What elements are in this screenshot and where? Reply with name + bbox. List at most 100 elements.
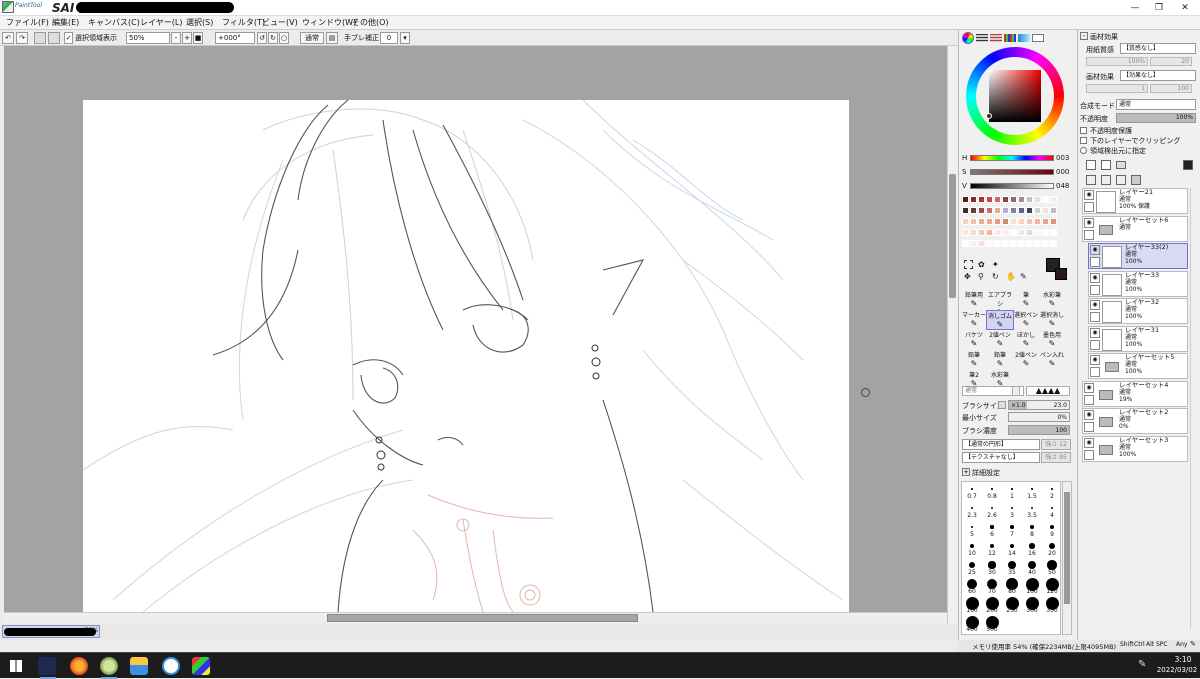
undo-icon[interactable]: ↶ — [2, 32, 14, 44]
color-swatch[interactable] — [1042, 240, 1049, 247]
layer-row[interactable]: ◉ レイヤー21 通常 100% 保護 — [1082, 188, 1188, 214]
brush-size-lock-icon[interactable] — [998, 401, 1006, 409]
color-swatch[interactable] — [986, 240, 993, 247]
brush-size-dot[interactable] — [990, 525, 994, 529]
amazon-music-icon[interactable] — [38, 657, 56, 675]
brush-size-dot[interactable] — [990, 506, 994, 510]
brush-tool-slot[interactable]: 墨色用 ✎ — [1038, 330, 1066, 348]
layer-row[interactable]: ◉ レイヤー33 通常 100% — [1088, 270, 1188, 297]
new-linework-layer-icon[interactable] — [1101, 160, 1111, 170]
stabilizer-value[interactable]: 0 — [380, 32, 398, 44]
color-swatch[interactable] — [1010, 229, 1017, 236]
canvas-tab[interactable]: 50% — [2, 625, 100, 638]
layer-visibility-eye-icon[interactable]: ◉ — [1084, 217, 1094, 228]
menu-other[interactable]: その他(O) — [352, 17, 389, 29]
color-swatch[interactable] — [1026, 240, 1033, 247]
layer-row[interactable]: ◉ レイヤーセット6 通常 — [1082, 215, 1188, 242]
layer-visibility-eye-icon[interactable]: ◉ — [1084, 410, 1094, 420]
brush-shape-strength[interactable]: 強さ 12 — [1041, 439, 1071, 450]
brush-size-slider[interactable]: ×1.0 23.0 — [1008, 400, 1070, 410]
menu-file[interactable]: ファイル(F) — [6, 17, 49, 29]
color-palette-tab-icon[interactable] — [1018, 34, 1030, 42]
brush-size-dot[interactable] — [1049, 543, 1055, 549]
brush-tool-slot[interactable]: 消しゴム ✎ — [986, 310, 1014, 330]
color-swatch[interactable] — [962, 218, 969, 225]
color-swatch[interactable] — [1042, 218, 1049, 225]
layer-row[interactable]: ◉ レイヤー32 通常 100% — [1088, 298, 1188, 324]
background-color[interactable] — [1055, 268, 1067, 280]
color-swatch[interactable] — [978, 218, 985, 225]
color-swatch[interactable] — [1026, 196, 1033, 203]
brush-tool-slot[interactable]: 筆 ✎ — [1012, 290, 1040, 308]
flip-icon[interactable]: ▤ — [326, 32, 338, 44]
color-swatch[interactable] — [1002, 196, 1009, 203]
layer-visibility-eye-icon[interactable]: ◉ — [1090, 355, 1100, 365]
brush-size-dot[interactable] — [1027, 560, 1037, 570]
color-swatch[interactable] — [970, 207, 977, 214]
deselect-icon[interactable] — [34, 32, 46, 44]
color-swatch[interactable] — [1042, 207, 1049, 214]
color-swatch[interactable] — [1034, 207, 1041, 214]
color-swatch[interactable] — [1050, 240, 1057, 247]
color-swatch[interactable] — [1042, 196, 1049, 203]
color-wheel-tab-icon[interactable] — [962, 32, 974, 44]
layer-select-checkbox[interactable] — [1084, 422, 1094, 432]
brush-size-dot[interactable] — [1031, 488, 1033, 490]
minimize-button[interactable]: — — [1122, 0, 1148, 16]
menu-layer[interactable]: レイヤー(L) — [140, 17, 182, 29]
rotate-icon[interactable]: ↻ — [992, 272, 999, 281]
brush-density-slider[interactable]: 100 — [1008, 425, 1070, 435]
color-swatch[interactable] — [1026, 207, 1033, 214]
color-swatch[interactable] — [1018, 240, 1025, 247]
layer-visibility-eye-icon[interactable]: ◉ — [1084, 382, 1094, 393]
brush-size-dot[interactable] — [1030, 525, 1034, 529]
hue-slider[interactable] — [970, 155, 1054, 161]
hand-icon[interactable]: ✋ — [1006, 272, 1016, 281]
color-swatch[interactable] — [978, 240, 985, 247]
color-swatch[interactable] — [962, 207, 969, 214]
section-collapse-icon[interactable]: - — [1080, 32, 1088, 40]
color-swatch[interactable] — [1050, 207, 1057, 214]
color-swatch[interactable] — [1002, 218, 1009, 225]
brush-size-dot[interactable] — [971, 507, 973, 509]
brush-size-dot[interactable] — [989, 543, 995, 549]
maximize-button[interactable]: ❐ — [1146, 0, 1172, 16]
layer-select-checkbox[interactable] — [1090, 257, 1100, 267]
color-swatch[interactable] — [1002, 207, 1009, 214]
effect-strength-slider[interactable]: 100 — [1150, 84, 1192, 93]
color-swatch[interactable] — [986, 196, 993, 203]
brush-size-dot[interactable] — [1010, 525, 1014, 529]
sai-taskbar-icon[interactable] — [100, 657, 118, 675]
zoom-icon[interactable]: ⚲ — [978, 272, 984, 281]
layer-visibility-eye-icon[interactable]: ◉ — [1084, 437, 1094, 448]
scratchpad-tab-icon[interactable] — [1032, 34, 1044, 42]
layer-select-checkbox[interactable] — [1090, 312, 1100, 322]
hsv-slider-tab-icon[interactable] — [990, 34, 1002, 42]
layer-row[interactable]: ◉ レイヤーセット3 通常 100% — [1082, 435, 1188, 462]
color-swatch[interactable] — [1010, 218, 1017, 225]
stabilizer-dropdown-icon[interactable]: ▾ — [400, 32, 410, 44]
rotate-right-icon[interactable]: ↻ — [268, 32, 278, 44]
effect-select[interactable]: 【効果なし】 — [1120, 70, 1196, 81]
layer-row[interactable]: ◉ レイヤー31 通常 100% — [1088, 325, 1188, 352]
transfer-down-icon[interactable] — [1086, 175, 1096, 185]
rotate-reset-icon[interactable]: ○ — [279, 32, 289, 44]
paper-strength-slider[interactable]: 20 — [1150, 57, 1192, 66]
brush-tool-slot[interactable]: マーカー ✎ — [960, 310, 988, 328]
layer-list-scrollbar[interactable] — [1190, 188, 1198, 628]
color-swatch[interactable] — [1050, 218, 1057, 225]
paper-texture-select[interactable]: 【質感なし】 — [1120, 43, 1196, 54]
zoom-out-icon[interactable]: - — [171, 32, 181, 44]
brush-size-dot[interactable] — [1011, 488, 1013, 490]
color-swatch[interactable] — [1018, 218, 1025, 225]
close-button[interactable]: ✕ — [1172, 0, 1198, 16]
brush-tool-slot[interactable]: バケツ ✎ — [960, 330, 988, 348]
blend-mode-select[interactable]: 通常 — [300, 32, 324, 44]
horizontal-scroll-thumb[interactable] — [327, 614, 638, 622]
brush-mode-lock-icon[interactable] — [1012, 386, 1020, 396]
color-swatch[interactable] — [1010, 240, 1017, 247]
brush-tool-slot[interactable]: 鉛筆 ✎ — [986, 350, 1014, 368]
redo-icon[interactable]: ↷ — [16, 32, 28, 44]
layer-select-checkbox[interactable] — [1090, 339, 1100, 350]
color-swatch[interactable] — [1034, 229, 1041, 236]
